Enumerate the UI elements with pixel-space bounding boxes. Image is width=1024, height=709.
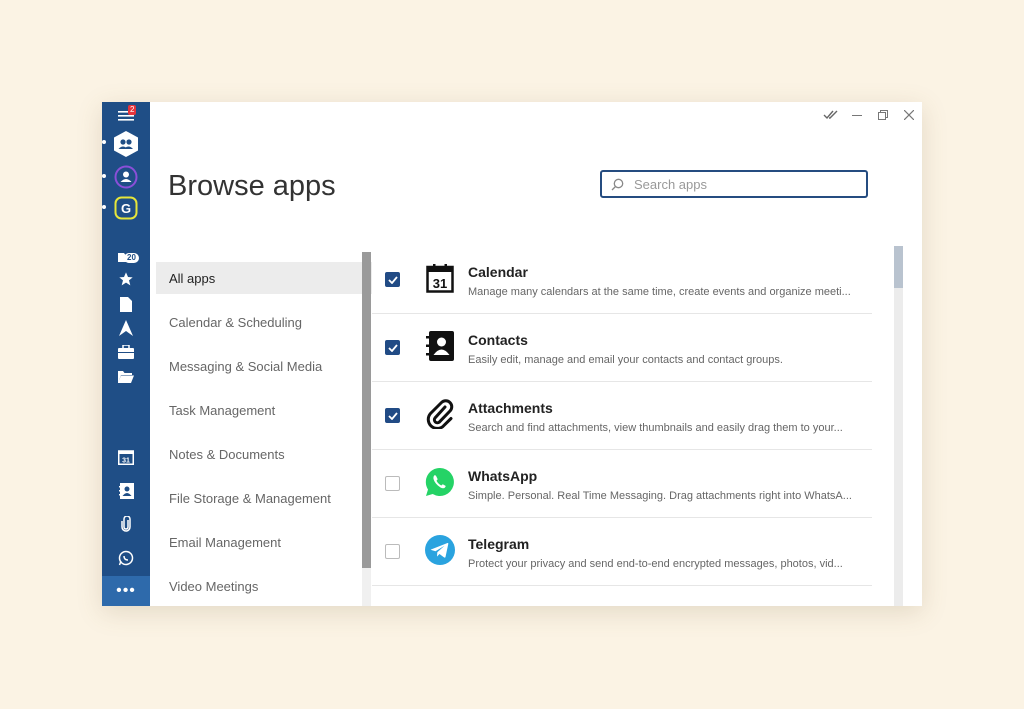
category-messaging-social[interactable]: Messaging & Social Media (156, 344, 372, 388)
app-list: 31 Calendar Manage many calendars at the… (372, 246, 872, 586)
team-hexagon-icon[interactable] (113, 130, 139, 158)
category-calendar-scheduling[interactable]: Calendar & Scheduling (156, 300, 372, 344)
category-list: All apps Calendar & Scheduling Messaging… (156, 262, 372, 606)
app-description: Search and find attachments, view thumbn… (468, 422, 843, 434)
svg-text:31: 31 (122, 458, 130, 465)
calendar-icon: 31 (424, 262, 456, 294)
folder-open-icon[interactable] (114, 364, 138, 388)
window-controls (818, 102, 922, 128)
app-checkbox[interactable] (385, 340, 400, 355)
app-name: Attachments (468, 400, 553, 416)
telegram-icon (424, 534, 456, 566)
more-apps-button[interactable]: ••• (102, 576, 150, 606)
category-video-meetings[interactable]: Video Meetings (156, 564, 372, 606)
app-name: Telegram (468, 536, 530, 552)
list-item[interactable]: Attachments Search and find attachments,… (372, 382, 872, 450)
search-box[interactable] (600, 170, 868, 198)
app-name: Calendar (468, 264, 528, 280)
menu-badge: 2 (128, 105, 137, 115)
document-icon[interactable] (114, 292, 138, 316)
app-description: Simple. Personal. Real Time Messaging. D… (468, 490, 852, 502)
contacts-rail-icon[interactable] (114, 479, 138, 503)
list-item[interactable]: WhatsApp Simple. Personal. Real Time Mes… (372, 450, 872, 518)
star-icon[interactable] (114, 267, 138, 291)
category-all-apps[interactable]: All apps (156, 262, 372, 294)
category-scrollbar[interactable] (362, 252, 371, 606)
app-description: Manage many calendars at the same time, … (468, 286, 851, 298)
app-checkbox[interactable] (385, 408, 400, 423)
double-check-icon[interactable] (818, 102, 844, 128)
category-file-storage[interactable]: File Storage & Management (156, 476, 372, 520)
app-list-scrollbar-thumb[interactable] (894, 246, 903, 288)
app-description: Protect your privacy and send end-to-end… (468, 558, 843, 570)
list-item[interactable]: Telegram Protect your privacy and send e… (372, 518, 872, 586)
app-checkbox[interactable] (385, 476, 400, 491)
paperclip-rail-icon[interactable] (114, 512, 138, 536)
minimize-button[interactable] (844, 102, 870, 128)
paperclip-icon (424, 398, 456, 430)
app-list-scrollbar[interactable] (894, 246, 903, 606)
rail-dot (102, 174, 106, 178)
whatsapp-icon (424, 466, 456, 498)
app-name: WhatsApp (468, 468, 538, 484)
svg-text:G: G (121, 201, 131, 216)
app-window: 2 G 20 31 ••• Browse apps Search apps Al… (102, 102, 922, 606)
search-icon (602, 178, 632, 191)
briefcase-icon[interactable] (114, 340, 138, 364)
rail-dot (102, 205, 106, 209)
page-title: Browse apps (168, 170, 336, 202)
left-rail: 2 G 20 31 ••• (102, 102, 150, 606)
close-button[interactable] (896, 102, 922, 128)
app-name: Contacts (468, 332, 528, 348)
restore-button[interactable] (870, 102, 896, 128)
category-notes-documents[interactable]: Notes & Documents (156, 432, 372, 476)
search-input[interactable] (632, 175, 856, 193)
category-scrollbar-thumb[interactable] (362, 252, 371, 568)
rail-dot (102, 140, 106, 144)
calendar-rail-icon[interactable]: 31 (114, 445, 138, 469)
app-checkbox[interactable] (385, 544, 400, 559)
contacts-icon (424, 330, 456, 362)
category-task-management[interactable]: Task Management (156, 388, 372, 432)
send-arrow-icon[interactable] (114, 316, 138, 340)
whatsapp-rail-icon[interactable] (114, 546, 138, 570)
svg-text:31: 31 (433, 276, 447, 291)
google-account-icon[interactable]: G (114, 196, 138, 220)
app-description: Easily edit, manage and email your conta… (468, 354, 783, 366)
category-email-management[interactable]: Email Management (156, 520, 372, 564)
account-user-icon[interactable] (114, 165, 138, 189)
list-item[interactable]: 31 Calendar Manage many calendars at the… (372, 246, 872, 314)
inbox-count-badge: 20 (124, 253, 139, 263)
list-item[interactable]: Contacts Easily edit, manage and email y… (372, 314, 872, 382)
app-checkbox[interactable] (385, 272, 400, 287)
